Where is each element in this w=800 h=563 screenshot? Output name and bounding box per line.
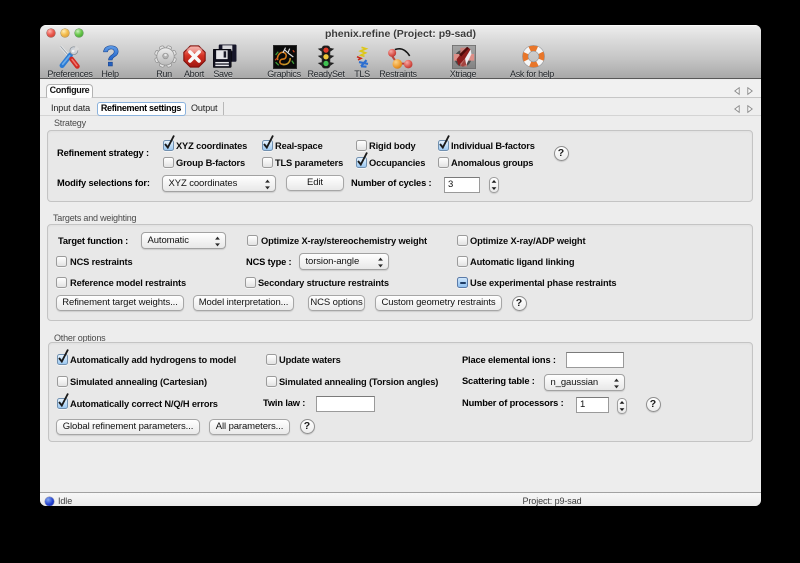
svg-text:?: ? (102, 42, 120, 71)
